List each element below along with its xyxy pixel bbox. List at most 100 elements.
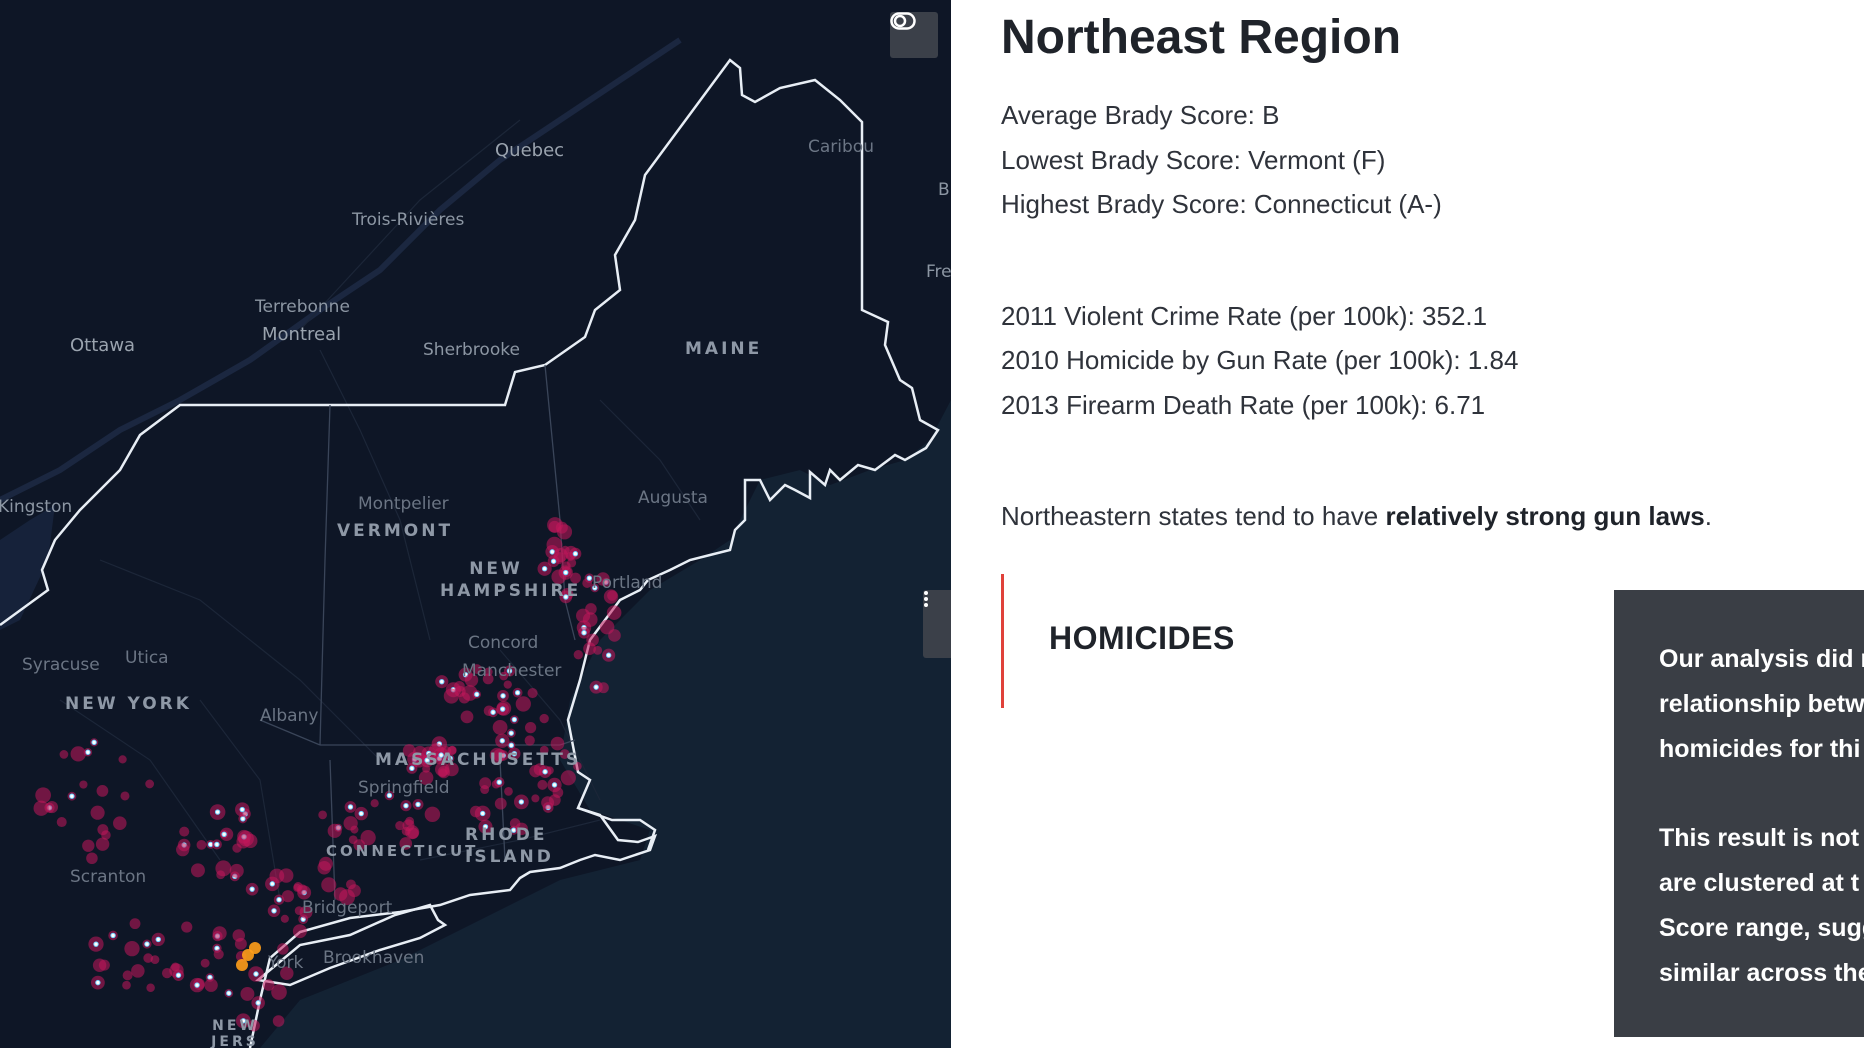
hotspot-glow bbox=[346, 879, 356, 890]
summary-emphasis: relatively strong gun laws bbox=[1385, 501, 1705, 531]
hotspot-point bbox=[269, 881, 276, 887]
hotspot-glow bbox=[405, 825, 420, 840]
hotspot-core bbox=[249, 942, 261, 954]
hotspot-glow bbox=[96, 785, 109, 797]
hotspot-point bbox=[508, 742, 514, 749]
hotspot-glow bbox=[90, 805, 105, 820]
hotspot-glow bbox=[318, 810, 327, 820]
hotspot-point bbox=[563, 569, 569, 576]
hotspot-point bbox=[490, 709, 496, 715]
hotspot-glow bbox=[553, 548, 568, 563]
hotspot-point bbox=[581, 630, 587, 636]
map-label-caribou: Caribou bbox=[808, 137, 874, 157]
map-label-sherbrooke: Sherbrooke bbox=[423, 340, 520, 360]
hotspot-point bbox=[496, 779, 502, 785]
map-label-massachusetts: MASSACHUSETTS bbox=[375, 750, 582, 770]
hotspot-glow bbox=[454, 680, 465, 692]
hotspot-glow bbox=[146, 983, 155, 993]
map-label-new-jersey: NEW JERS bbox=[205, 1018, 265, 1048]
hotspot-glow bbox=[204, 978, 218, 992]
hotspot-point bbox=[69, 793, 75, 799]
hotspot-point bbox=[511, 716, 518, 723]
hotspot-point bbox=[514, 689, 521, 696]
hotspot-glow bbox=[101, 830, 111, 840]
hotspot-point bbox=[249, 886, 255, 892]
hotspot-glow bbox=[86, 852, 98, 865]
hotspot-point bbox=[403, 803, 409, 809]
hotspot-point bbox=[226, 990, 232, 996]
hotspot-glow bbox=[145, 779, 155, 789]
hotspot-glow bbox=[492, 719, 508, 735]
hotspot-glow bbox=[122, 980, 131, 990]
hotspot-glow bbox=[262, 979, 275, 991]
hotspot-glow bbox=[190, 863, 205, 878]
hotspot-point bbox=[586, 575, 593, 581]
hotspot-point bbox=[347, 804, 354, 810]
hotspot-glow bbox=[531, 794, 540, 803]
summary-suffix: . bbox=[1704, 501, 1712, 531]
hotspot-point bbox=[214, 809, 221, 815]
callout-p2-line3: Score range, sugg bbox=[1659, 914, 1864, 942]
hotspot-point bbox=[593, 684, 599, 690]
hotspot-point bbox=[439, 678, 445, 685]
map-label-maine: MAINE bbox=[685, 339, 763, 359]
hotspot-point bbox=[144, 941, 150, 947]
map-label-albany: Albany bbox=[260, 706, 319, 726]
map-label-augusta: Augusta bbox=[638, 488, 708, 508]
hotspot-point bbox=[95, 979, 101, 986]
hotspot-glow bbox=[176, 843, 190, 857]
hotspot-point bbox=[253, 971, 259, 977]
hotspot-glow bbox=[92, 958, 107, 972]
hotspot-glow bbox=[541, 796, 555, 810]
callout-p2-line1: This result is not bbox=[1659, 824, 1860, 852]
hotspot-glow bbox=[560, 770, 576, 786]
map-label-ottawa: Ottawa bbox=[70, 335, 136, 356]
callout-paragraph-1: Our analysis did n relationship betw hom… bbox=[1659, 637, 1864, 772]
callout-p2-line4: similar across the bbox=[1659, 959, 1864, 987]
hotspot-glow bbox=[238, 830, 254, 847]
hotspot-glow bbox=[45, 801, 58, 814]
hotspot-point bbox=[551, 782, 558, 788]
callout-paragraph-2: This result is not are clustered at t Sc… bbox=[1659, 816, 1864, 996]
map-label-edge-fre: Fre bbox=[926, 262, 951, 282]
hotspot-glow bbox=[70, 746, 86, 762]
map-label-brookhaven: Brookhaven bbox=[323, 948, 425, 968]
hotspot-glow bbox=[585, 603, 597, 615]
hotspot-glow bbox=[279, 868, 294, 883]
callout-p1-line1: Our analysis did n bbox=[1659, 645, 1864, 673]
hotspot-glow bbox=[131, 964, 145, 978]
hotspot-point bbox=[276, 896, 282, 903]
layer-toggle-button[interactable] bbox=[890, 12, 938, 58]
section-accent-bar bbox=[1001, 574, 1004, 708]
hotspot-glow bbox=[118, 755, 127, 764]
hotspot-point bbox=[93, 941, 99, 947]
map-canvas[interactable] bbox=[0, 0, 951, 1048]
hotspot-glow bbox=[608, 629, 621, 642]
hotspot-point bbox=[194, 982, 200, 988]
hotspot-point bbox=[572, 551, 579, 557]
map-label-montpelier: Montpelier bbox=[358, 494, 449, 514]
map-label-utica: Utica bbox=[125, 648, 169, 668]
map-label-syracuse: Syracuse bbox=[22, 655, 100, 675]
map-label-vermont: VERMONT bbox=[337, 521, 454, 541]
hotspot-glow bbox=[524, 721, 537, 734]
hotspot-glow bbox=[537, 779, 548, 790]
map-panel[interactable]: Quebec Trois-Rivières Caribou Terrebonne… bbox=[0, 0, 951, 1048]
firearm-death-rate: 2013 Firearm Death Rate (per 100k): 6.71 bbox=[1001, 390, 1486, 420]
panel-resize-handle[interactable] bbox=[923, 590, 951, 658]
hotspot-point bbox=[550, 558, 557, 564]
hotspot-glow bbox=[129, 918, 141, 930]
map-label-york: York bbox=[268, 953, 304, 973]
map-label-terrebonne: Terrebonne bbox=[255, 297, 350, 317]
hotspot-point bbox=[549, 549, 555, 555]
hotspot-point bbox=[271, 908, 277, 914]
hotspot-point bbox=[605, 652, 612, 658]
hotspot-point bbox=[500, 693, 506, 699]
hotspot-glow bbox=[212, 926, 227, 941]
map-label-concord: Concord bbox=[468, 633, 539, 653]
map-label-portland: Portland bbox=[592, 573, 663, 593]
highest-brady-score: Highest Brady Score: Connecticut (A-) bbox=[1001, 189, 1442, 219]
hotspot-glow bbox=[79, 780, 88, 789]
hotspot-glow bbox=[196, 839, 207, 850]
hotspot-glow bbox=[113, 816, 127, 830]
